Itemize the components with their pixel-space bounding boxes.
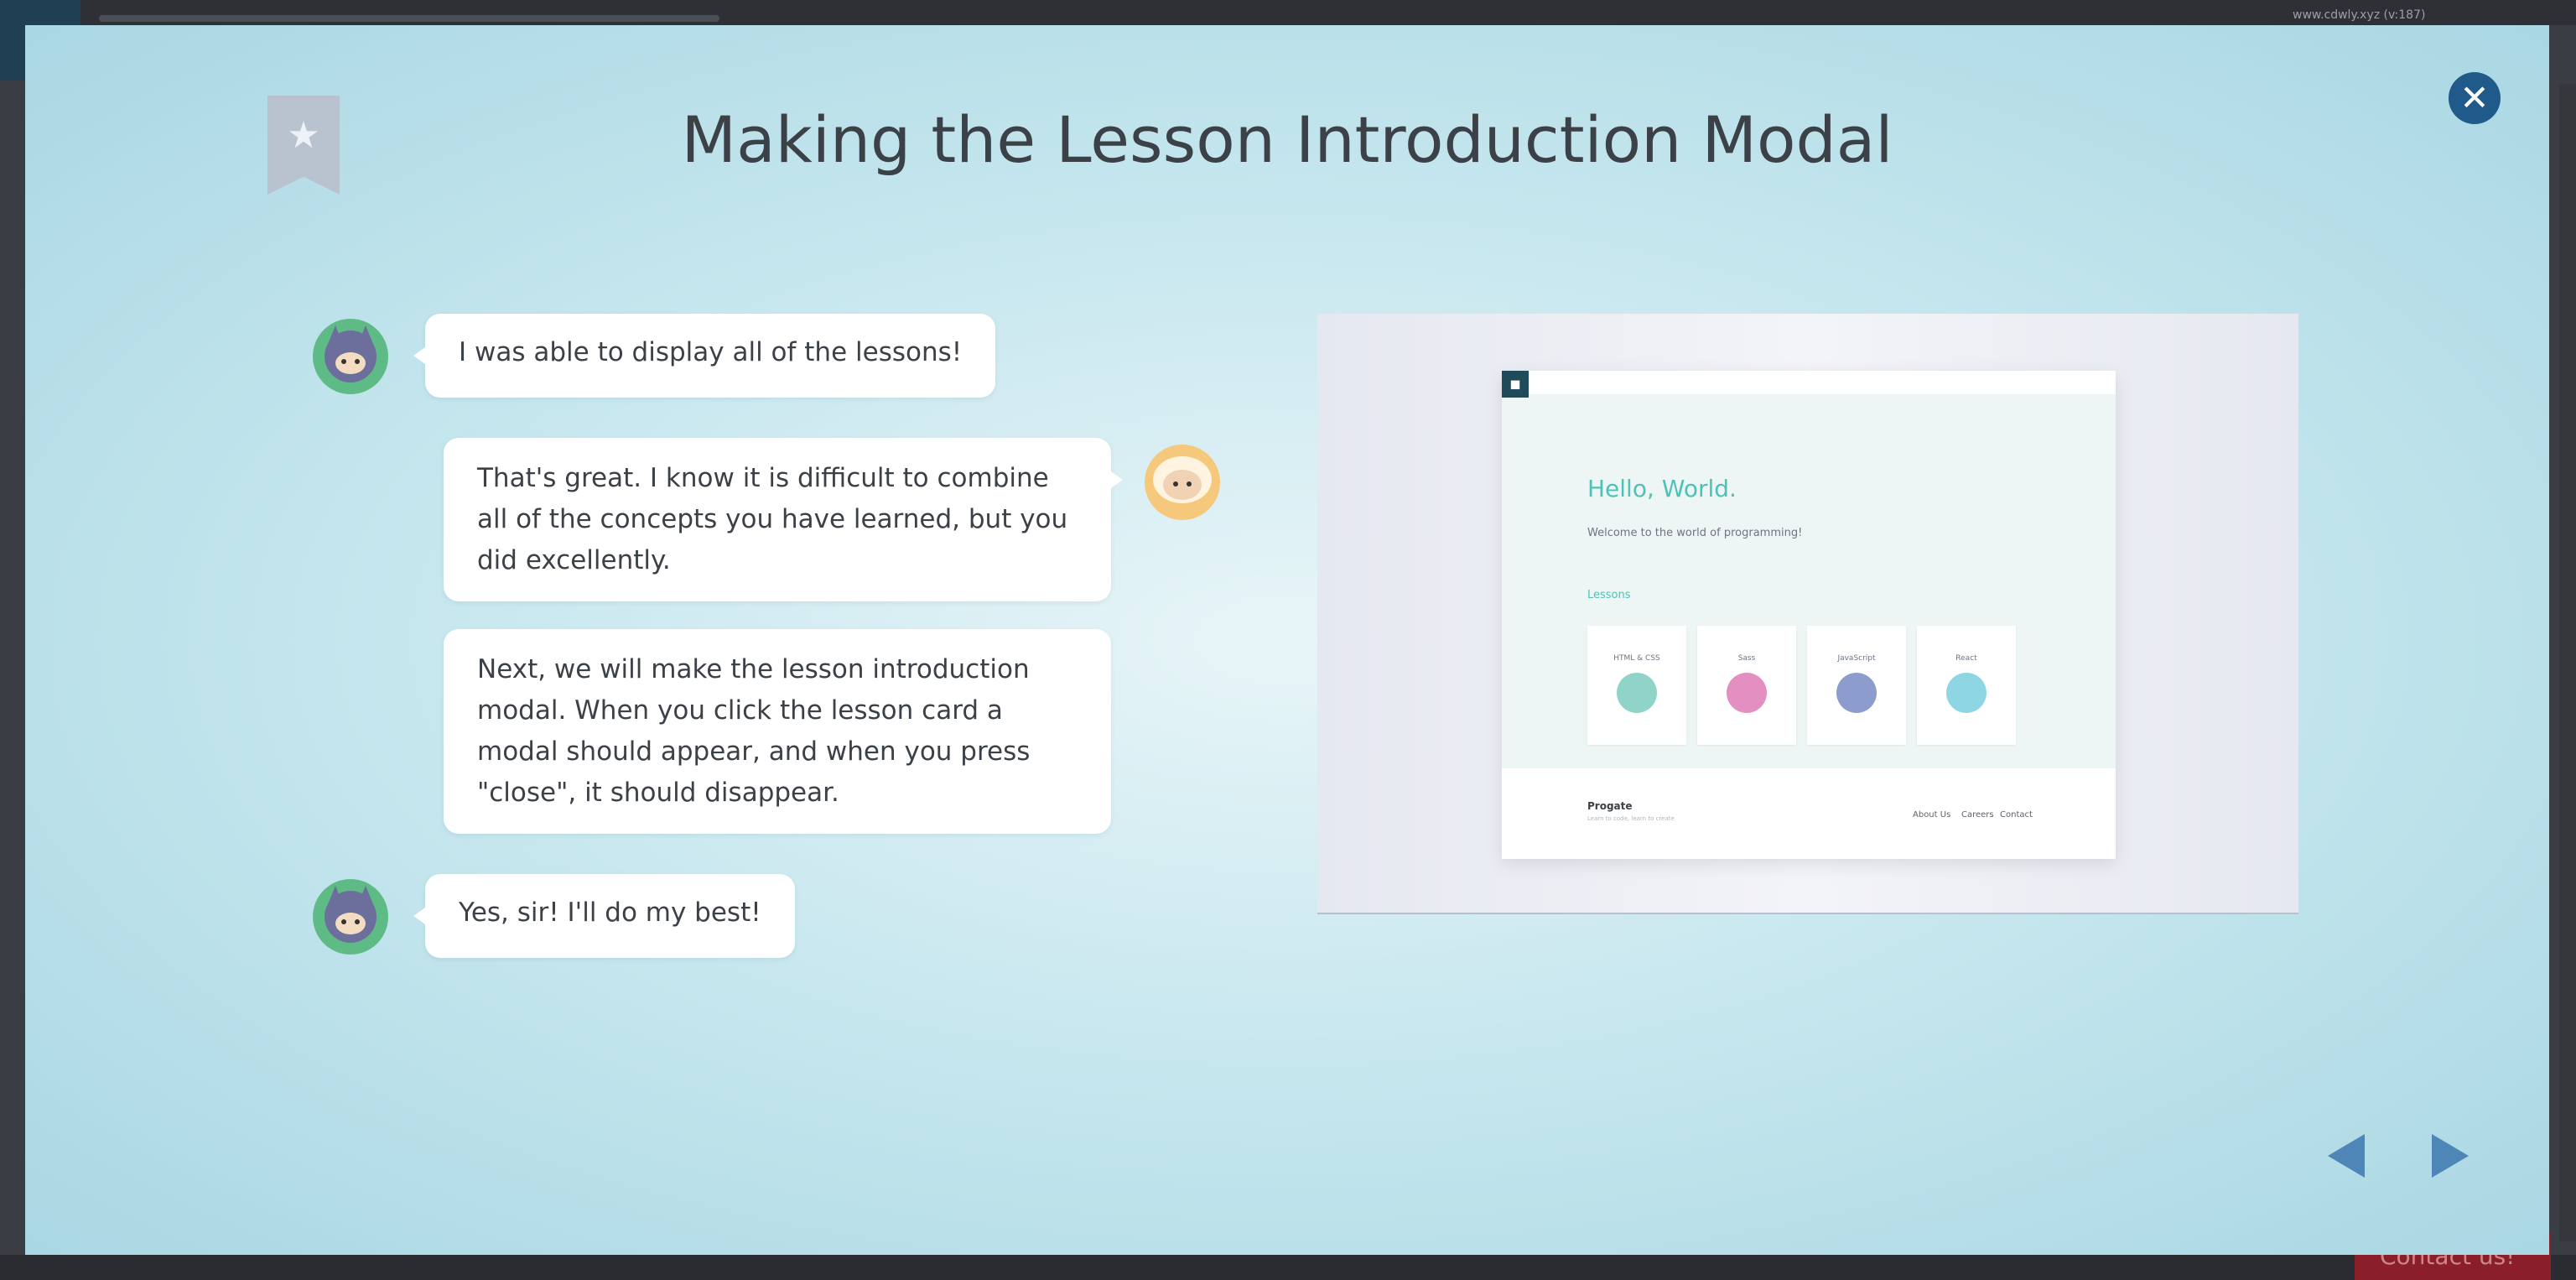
prev-arrow-icon[interactable] — [2328, 1134, 2365, 1178]
next-arrow-icon[interactable] — [2432, 1134, 2469, 1178]
chat-message: Next, we will make the lesson introducti… — [444, 629, 1111, 834]
javascript-icon — [1836, 673, 1877, 713]
preview-footer-sub: Learn to code, learn to create — [1587, 815, 1675, 822]
preview-hero-subtitle: Welcome to the world of programming! — [1587, 527, 1803, 539]
background-bottombar — [0, 1255, 2576, 1280]
chat-message: I was able to display all of the lessons… — [413, 314, 996, 398]
ninja-avatar — [313, 879, 388, 955]
preview-card-label: HTML & CSS — [1613, 654, 1660, 663]
close-icon[interactable]: ✕ — [2449, 72, 2501, 124]
preview-lesson-card: JavaScript — [1807, 626, 1906, 745]
preview-hero-title: Hello, World. — [1587, 475, 1737, 502]
preview-page: Hello, World. Welcome to the world of pr… — [1502, 371, 2116, 859]
preview-footer-link: Careers — [1961, 810, 1994, 820]
react-icon — [1946, 673, 1987, 713]
sheep-avatar — [1145, 445, 1220, 520]
lesson-modal: ★ Making the Lesson Introduction Modal ✕… — [25, 25, 2549, 1255]
preview-footer: Progate Learn to code, learn to create A… — [1502, 768, 2116, 859]
preview-logo-icon: ◼ — [1502, 371, 1529, 398]
preview-footer-link: Contact — [2000, 810, 2033, 820]
preview-card-label: React — [1955, 654, 1977, 663]
preview-footer-brand: Progate — [1587, 800, 1633, 812]
background-url-bar — [99, 15, 719, 22]
preview-footer-link: About Us — [1913, 810, 1951, 820]
preview-hero: Hello, World. Welcome to the world of pr… — [1502, 394, 2116, 768]
sass-icon — [1727, 673, 1767, 713]
lesson-preview-image: Hello, World. Welcome to the world of pr… — [1317, 314, 2298, 914]
html-css-icon — [1617, 673, 1657, 713]
background-scrollbar[interactable] — [2559, 84, 2576, 1241]
preview-lesson-card: HTML & CSS — [1587, 626, 1686, 745]
preview-lessons-heading: Lessons — [1587, 589, 1631, 601]
preview-lesson-card: React — [1917, 626, 2016, 745]
preview-card-label: Sass — [1737, 654, 1756, 663]
preview-lesson-card: Sass — [1697, 626, 1796, 745]
modal-title: Making the Lesson Introduction Modal — [681, 102, 1893, 177]
ninja-avatar — [313, 319, 388, 394]
background-url-text: www.cdwly.xyz (v:187) — [2293, 8, 2426, 22]
preview-card-label: JavaScript — [1837, 654, 1876, 663]
chat-message: That's great. I know it is difficult to … — [444, 438, 1123, 601]
chat-message: Yes, sir! I'll do my best! — [413, 874, 795, 958]
